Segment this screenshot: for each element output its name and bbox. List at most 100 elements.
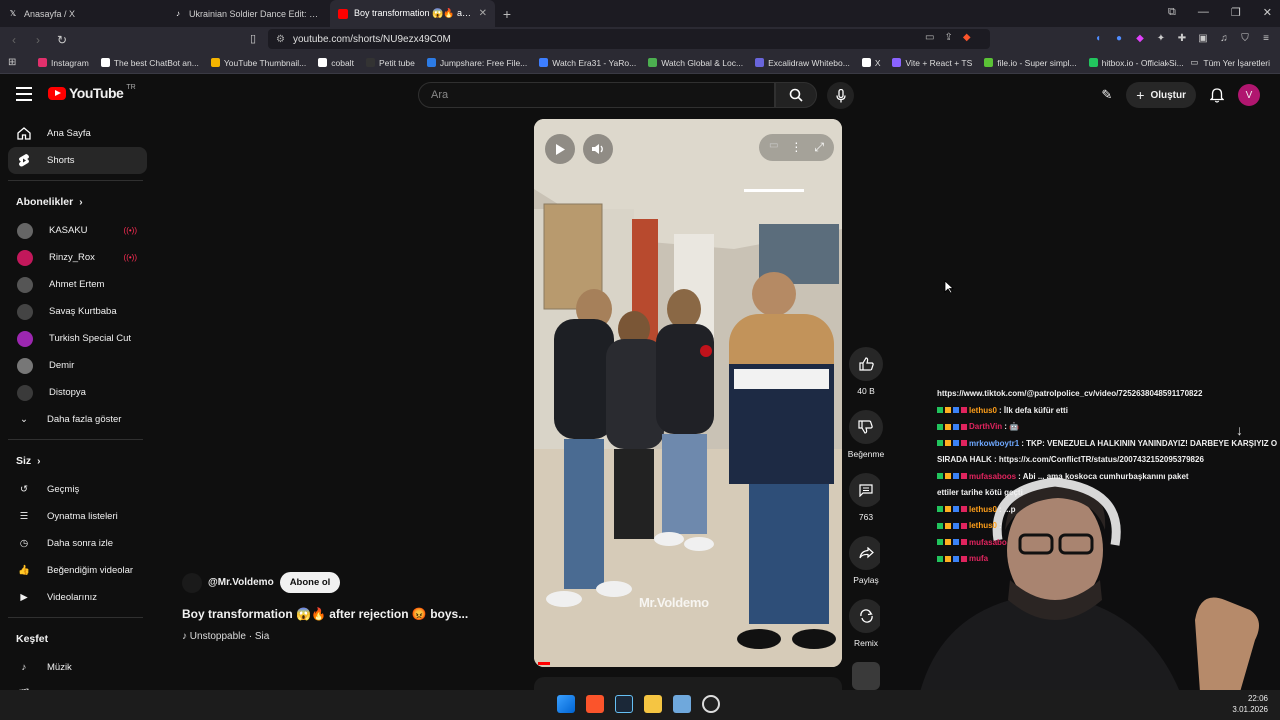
short-title[interactable]: Boy transformation 😱🔥 after rejection 😡 … [182, 607, 502, 621]
like-button[interactable] [849, 347, 883, 381]
sidebar-item-subscription[interactable]: Distopya [0, 379, 147, 406]
sidebar-item-subscription[interactable]: Demir [0, 352, 147, 379]
browser-tab[interactable]: ♪ Ukrainian Soldier Dance Edit: Me Gus [165, 0, 330, 27]
shorts-video-player[interactable]: ▭ ⋮ ⤢ Mr.Voldemo [534, 119, 842, 667]
sidebar-item[interactable]: ▶ Videolarınız [0, 584, 147, 611]
obs-icon[interactable] [702, 695, 720, 713]
bookmark-item[interactable]: X [856, 58, 887, 68]
share-button[interactable] [849, 536, 883, 570]
sidebar-item[interactable]: 🎬Filmler ve TV [0, 681, 147, 690]
voice-search-button[interactable] [827, 82, 854, 109]
brave-shield-icon[interactable]: ◆ [963, 32, 971, 43]
sidebar-item-home[interactable]: Ana Sayfa [0, 120, 147, 147]
close-tab-icon[interactable]: ✕ [479, 8, 487, 19]
account-avatar[interactable]: V [1238, 84, 1260, 106]
bookmark-item[interactable]: Watch Global & Loc... [642, 58, 749, 68]
sidebar-item[interactable]: ◷ Daha sonra izle [0, 530, 147, 557]
search-input[interactable]: Ara [418, 82, 775, 108]
sidebar-item[interactable]: ↺ Geçmiş [0, 476, 147, 503]
subscriptions-heading[interactable]: Abonelikler › [0, 187, 155, 217]
url-field[interactable]: ⚙ youtube.com/shorts/NU9ezx49C0M [268, 29, 990, 49]
windows-start-icon[interactable] [557, 695, 575, 713]
volume-button[interactable] [583, 134, 613, 164]
sidebar-item[interactable]: 👍 Beğendiğim videolar [0, 557, 147, 584]
youtube-logo[interactable]: YouTube TR [48, 84, 136, 101]
browser-tab[interactable]: 𝕏 Anasayfa / X [0, 0, 165, 27]
bookmark-item[interactable]: The best ChatBot an... [95, 58, 205, 68]
browser-tab-active[interactable]: Boy transformation 😱🔥 after r ✕ [330, 0, 495, 27]
notification-bell-icon[interactable] [1210, 87, 1224, 103]
all-bookmarks[interactable]: » ▭ Tüm Yer İşaretleri [1165, 57, 1270, 68]
dislike-action[interactable]: Beğenme [848, 410, 884, 459]
bookmark-icon[interactable]: ▯ [250, 32, 256, 45]
studio-icon[interactable]: ✎ [1101, 87, 1112, 103]
bookmark-item[interactable]: YouTube Thumbnail... [205, 58, 312, 68]
steam-icon[interactable] [615, 695, 633, 713]
reload-icon[interactable]: ↻ [52, 33, 72, 47]
sidebar-item[interactable]: ♪ Müzik [0, 654, 147, 681]
site-info-icon[interactable]: ⚙ [276, 34, 285, 45]
channel-avatar[interactable] [182, 572, 202, 593]
play-button[interactable] [545, 134, 575, 164]
comments-action[interactable]: 763 [849, 473, 883, 522]
wallet-icon[interactable]: ⛉ [1239, 32, 1251, 44]
file-explorer-icon[interactable] [644, 695, 662, 713]
create-button[interactable]: + Oluştur [1126, 82, 1196, 108]
minimize-icon[interactable]: — [1198, 6, 1209, 19]
subscribe-button[interactable]: Abone ol [279, 572, 341, 593]
you-heading[interactable]: Siz › [0, 446, 155, 476]
remix-action[interactable]: Remix [849, 599, 883, 648]
store-icon[interactable] [673, 695, 691, 713]
puzzle-icon[interactable]: ✚ [1176, 32, 1188, 44]
extension-icon[interactable]: ◆ [1134, 32, 1146, 44]
like-action[interactable]: 40 B [849, 347, 883, 396]
search-button[interactable] [775, 82, 817, 108]
sidebar-item-subscription[interactable]: Savaş Kurtbaba [0, 298, 147, 325]
bookmark-item[interactable]: Watch Era31 - YaRo... [533, 58, 642, 68]
extension-icon[interactable]: ✦ [1155, 32, 1167, 44]
bookmark-item[interactable]: Jumpshare: Free File... [421, 58, 533, 68]
extension-icon[interactable]: ● [1113, 32, 1125, 44]
sidebar-item-subscription[interactable]: Ahmet Ertem [0, 271, 147, 298]
sidebar-item-shorts[interactable]: Shorts [8, 147, 147, 174]
sidebar-item-subscription[interactable]: Turkish Special Cut [0, 325, 147, 352]
dislike-button[interactable] [848, 410, 883, 444]
scroll-down-icon[interactable]: ↓ [1236, 422, 1243, 438]
more-bookmarks-icon[interactable]: » [1165, 58, 1170, 68]
video-progress[interactable] [538, 662, 550, 665]
brave-browser-icon[interactable] [586, 695, 604, 713]
more-options-icon[interactable]: ⋮ [790, 140, 802, 155]
music-row[interactable]: ♪ Unstoppable · Sia [182, 631, 502, 642]
comments-button[interactable] [849, 473, 883, 507]
bookmark-item[interactable]: file.io - Super simpl... [978, 58, 1082, 68]
back-icon[interactable]: ‹ [4, 33, 24, 47]
share-action[interactable]: Paylaş [849, 536, 883, 585]
new-tab-button[interactable]: + [495, 6, 519, 22]
bookmark-item[interactable]: Vite + React + TS [886, 58, 978, 68]
menu-icon[interactable]: ≡ [1260, 32, 1272, 44]
bookmark-item[interactable]: cobalt [312, 58, 360, 68]
remix-button[interactable] [849, 599, 883, 633]
captions-icon[interactable]: ▭ [769, 140, 778, 155]
restore-icon[interactable]: ❐ [1231, 6, 1241, 19]
fullscreen-icon[interactable]: ⤢ [814, 140, 824, 155]
channel-name[interactable]: @Mr.Voldemo [208, 577, 274, 588]
sidebar-item[interactable]: ☰ Oynatma listeleri [0, 503, 147, 530]
apps-icon[interactable]: ⊞ [8, 57, 22, 68]
cast-icon[interactable]: ▭ [925, 32, 934, 43]
bookmark-item[interactable]: Instagram [32, 58, 95, 68]
sidebar-item-subscription[interactable]: KASAKU ((•)) [0, 217, 147, 244]
bookmark-item[interactable]: Excalidraw Whitebo... [749, 58, 856, 68]
share-icon[interactable]: ⇪ [944, 32, 952, 43]
close-window-icon[interactable]: ✕ [1263, 6, 1272, 19]
hamburger-menu-icon[interactable] [16, 87, 32, 101]
bookmark-item[interactable]: Petit tube [360, 58, 421, 68]
show-more-button[interactable]: ⌄ Daha fazla göster [0, 406, 147, 433]
forward-icon[interactable]: › [28, 33, 48, 47]
extension-icon[interactable]: ◖ [1092, 32, 1104, 44]
extensions-icon[interactable]: ⧉ [1168, 6, 1176, 19]
sidebar-icon[interactable]: ▣ [1197, 32, 1209, 44]
sidebar-item-subscription[interactable]: Rinzy_Rox ((•)) [0, 244, 147, 271]
sound-thumbnail[interactable] [852, 662, 880, 690]
music-icon[interactable]: ♫ [1218, 32, 1230, 44]
